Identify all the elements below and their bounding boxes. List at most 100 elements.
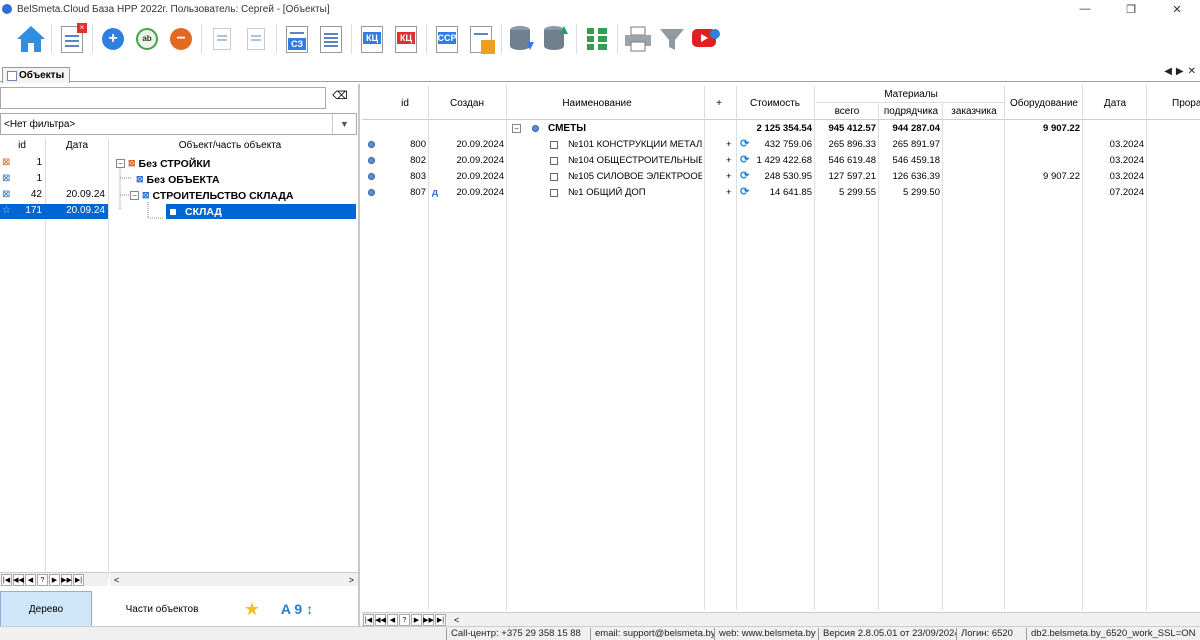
scroll-right-icon[interactable]: > xyxy=(349,575,354,585)
tab-prev-icon[interactable]: ◀ xyxy=(1164,66,1172,77)
toolbar-separator xyxy=(92,24,93,54)
row-checkbox[interactable] xyxy=(550,173,558,181)
collapse-icon[interactable]: − xyxy=(130,191,139,200)
row-checkbox[interactable] xyxy=(550,189,558,197)
first-record-icon[interactable]: |◀ xyxy=(363,614,374,626)
summary-estimate-button[interactable]: СЗ xyxy=(280,22,314,56)
tree-node-no-construction[interactable]: − ⊠ Без СТРОЙКИ xyxy=(116,156,210,171)
scroll-left-icon[interactable]: < xyxy=(454,615,459,625)
group-name: СМЕТЫ xyxy=(548,123,586,134)
row-checkbox[interactable] xyxy=(550,157,558,165)
table-row[interactable]: 803 20.09.2024 №105 СИЛОВОЕ ЭЛЕКТРООЕ + … xyxy=(362,169,1200,185)
database-import-button[interactable] xyxy=(505,22,539,56)
tab-objects[interactable]: Объекты xyxy=(2,67,70,83)
column-header-date[interactable]: Дата xyxy=(62,140,92,154)
tree-node-no-object[interactable]: ⊠ Без ОБЪЕКТА xyxy=(136,172,220,187)
chevron-down-icon[interactable]: ▼ xyxy=(332,114,356,134)
column-header-materials[interactable]: Материалы xyxy=(816,89,1006,100)
column-header-materials-total[interactable]: всего xyxy=(816,106,878,117)
calculator-button[interactable] xyxy=(464,22,498,56)
column-header-cost[interactable]: Стоимость xyxy=(740,98,810,109)
tree-horizontal-scrollbar[interactable]: < > xyxy=(110,572,358,586)
last-record-icon[interactable]: ▶| xyxy=(435,614,446,626)
object-parts-button[interactable]: Части объектов xyxy=(92,604,232,615)
column-header-materials-contractor[interactable]: подрядчика xyxy=(880,106,942,117)
next-page-icon[interactable]: ▶▶ xyxy=(423,614,434,626)
column-header-materials-customer[interactable]: заказчика xyxy=(944,106,1004,117)
column-header-created[interactable]: Создан xyxy=(440,98,494,109)
group-materials-total: 945 412.57 xyxy=(828,123,876,134)
column-header-name[interactable]: Наименование xyxy=(532,98,662,109)
prev-page-icon[interactable]: ◀◀ xyxy=(375,614,386,626)
home-button[interactable] xyxy=(14,22,48,56)
copy-button[interactable] xyxy=(205,22,239,56)
video-help-button[interactable] xyxy=(689,22,723,56)
filter-select[interactable]: <Нет фильтра> ▼ xyxy=(0,113,357,135)
column-header-object[interactable]: Объект/часть объекта xyxy=(150,140,310,154)
clear-filter-icon[interactable]: ⌫ xyxy=(330,89,350,107)
next-page-icon[interactable]: ▶▶ xyxy=(61,574,72,586)
grid-view-button[interactable] xyxy=(580,22,614,56)
group-row-estimates[interactable]: − СМЕТЫ 2 125 354.54 945 412.57 944 287.… xyxy=(362,121,1200,137)
help-icon[interactable]: ? xyxy=(37,574,48,586)
maximize-icon[interactable]: ❐ xyxy=(1108,0,1154,18)
prev-record-icon[interactable]: ◀ xyxy=(387,614,398,626)
table-row[interactable]: ⊠ 1 xyxy=(0,156,108,171)
object-type-icon: ⊠ xyxy=(2,157,11,168)
table-row-selected[interactable]: ☆ 171 20.09.24 xyxy=(0,204,108,219)
prev-record-icon[interactable]: ◀ xyxy=(25,574,36,586)
filter-button[interactable] xyxy=(655,22,689,56)
favorites-star-icon[interactable]: ★ xyxy=(232,599,272,620)
first-record-icon[interactable]: |◀ xyxy=(1,574,12,586)
row-checkbox[interactable] xyxy=(550,141,558,149)
row-created: 20.09.2024 xyxy=(456,139,504,150)
column-header-id[interactable]: id xyxy=(14,140,30,154)
ssr-button[interactable]: ССР xyxy=(430,22,464,56)
collapse-icon[interactable]: − xyxy=(116,159,125,168)
database-export-button[interactable] xyxy=(539,22,573,56)
ssr-icon: ССР xyxy=(436,25,458,53)
column-header-other[interactable]: Прора xyxy=(1148,98,1200,109)
summary-estimate-icon: СЗ xyxy=(286,25,308,53)
left-record-navigator: |◀ ◀◀ ◀ ? ▶ ▶▶ ▶| xyxy=(0,572,108,586)
next-record-icon[interactable]: ▶ xyxy=(49,574,60,586)
help-icon[interactable]: ? xyxy=(399,614,410,626)
status-web[interactable]: web: www.belsmeta.by xyxy=(714,628,818,640)
minimize-icon[interactable]: — xyxy=(1062,0,1108,18)
collapse-icon[interactable]: − xyxy=(512,124,521,133)
column-header-date[interactable]: Дата xyxy=(1084,98,1146,109)
next-record-icon[interactable]: ▶ xyxy=(411,614,422,626)
table-row[interactable]: 800 20.09.2024 №101 КОНСТРУКЦИИ МЕТАЛ. +… xyxy=(362,137,1200,153)
print-button[interactable] xyxy=(621,22,655,56)
column-header-equipment[interactable]: Оборудование xyxy=(1006,98,1082,109)
prev-page-icon[interactable]: ◀◀ xyxy=(13,574,24,586)
row-materials-contractor: 546 459.18 xyxy=(892,155,940,166)
document-list-button[interactable] xyxy=(314,22,348,56)
remove-button[interactable]: − xyxy=(164,22,198,56)
table-row[interactable]: ⊠ 1 xyxy=(0,172,108,187)
sort-icon[interactable]: A 9 ↕ xyxy=(272,601,322,617)
tab-close-icon[interactable]: ✕ xyxy=(1188,66,1196,77)
app-window: BelSmeta.Cloud База НРР 2022г. Пользоват… xyxy=(0,0,1200,640)
tree-view-button[interactable]: Дерево xyxy=(0,591,92,627)
edit-button[interactable]: ab xyxy=(130,22,164,56)
status-email[interactable]: email: support@belsmeta.by xyxy=(590,628,714,640)
tree-node-warehouse-construction[interactable]: − ⊠ СТРОИТЕЛЬСТВО СКЛАДА xyxy=(130,188,293,203)
column-header-id[interactable]: id xyxy=(398,98,412,109)
tree-node-warehouse[interactable]: СКЛАД xyxy=(166,204,356,219)
table-row[interactable]: ⊠ 42 20.09.24 xyxy=(0,188,108,203)
filter-input[interactable] xyxy=(0,87,326,109)
table-row[interactable]: 802 20.09.2024 №104 ОБЩЕСТРОИТЕЛЬНЫЕ + ⟳… xyxy=(362,153,1200,169)
last-record-icon[interactable]: ▶| xyxy=(73,574,84,586)
paste-button[interactable] xyxy=(239,22,273,56)
table-row[interactable]: 807 д 20.09.2024 №1 ОБЩИЙ ДОП + ⟳ 14 641… xyxy=(362,185,1200,201)
delete-list-button[interactable]: × xyxy=(55,22,89,56)
row-plus: + xyxy=(726,187,732,198)
close-icon[interactable]: ✕ xyxy=(1154,0,1200,18)
add-button[interactable]: + xyxy=(96,22,130,56)
price-check-repair-button[interactable]: КЦ xyxy=(389,22,423,56)
tab-next-icon[interactable]: ▶ xyxy=(1176,66,1184,77)
scroll-left-icon[interactable]: < xyxy=(114,575,119,585)
column-header-plus[interactable]: + xyxy=(712,98,726,109)
price-check-button[interactable]: КЦ xyxy=(355,22,389,56)
